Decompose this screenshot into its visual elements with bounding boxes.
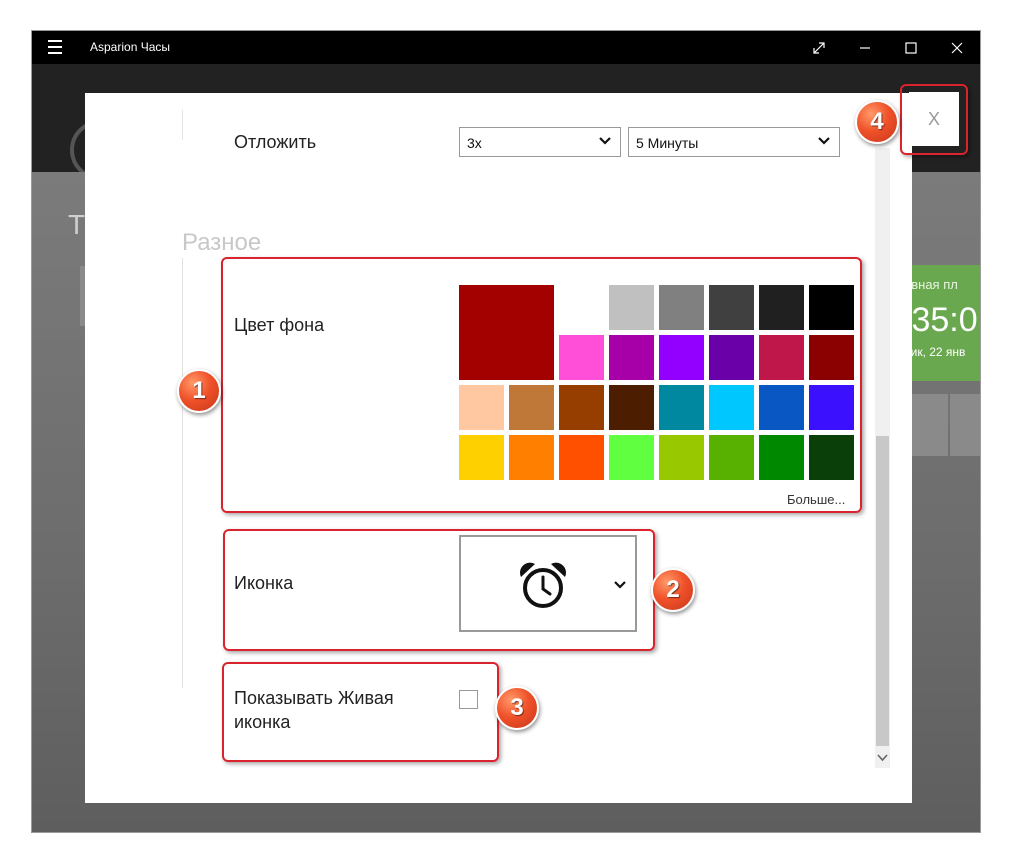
fullscreen-icon[interactable]	[796, 31, 842, 64]
chevron-down-icon	[818, 137, 830, 145]
snooze-count-value: 3x	[467, 135, 482, 151]
highlight-live-tile	[222, 662, 499, 762]
annotation-badge-1: 1	[177, 369, 221, 413]
highlight-close-button	[900, 84, 968, 155]
snooze-duration-select[interactable]: 5 Минуты	[628, 127, 840, 157]
chevron-down-icon	[599, 137, 611, 145]
highlight-icon-setting	[223, 529, 655, 651]
app-title: Asparion Часы	[90, 40, 170, 54]
highlight-background-color	[221, 257, 862, 513]
background-heading: T	[68, 209, 86, 240]
snooze-label: Отложить	[234, 132, 317, 152]
tile-time: :35:0	[902, 301, 978, 339]
scroll-down-arrow-icon[interactable]	[876, 752, 889, 764]
scrollbar-thumb[interactable]	[876, 436, 889, 746]
section-divider	[182, 110, 183, 140]
minimize-icon[interactable]	[842, 31, 888, 64]
background-tile	[950, 394, 980, 456]
annotation-badge-3: 3	[495, 686, 539, 730]
section-divider	[182, 258, 183, 688]
annotation-badge-4: 4	[855, 100, 899, 144]
misc-section-title: Разное	[182, 229, 262, 256]
background-tile	[908, 394, 948, 456]
annotation-badge-2: 2	[651, 568, 695, 612]
title-bar: Asparion Часы	[32, 31, 980, 64]
tile-date: ник, 22 янв	[904, 345, 966, 359]
tile-caption: овная пл	[904, 277, 958, 292]
hamburger-menu-icon[interactable]	[48, 40, 62, 54]
snooze-count-select[interactable]: 3x	[459, 127, 621, 157]
window-close-icon[interactable]	[934, 31, 980, 64]
snooze-duration-value: 5 Минуты	[636, 135, 699, 151]
maximize-icon[interactable]	[888, 31, 934, 64]
